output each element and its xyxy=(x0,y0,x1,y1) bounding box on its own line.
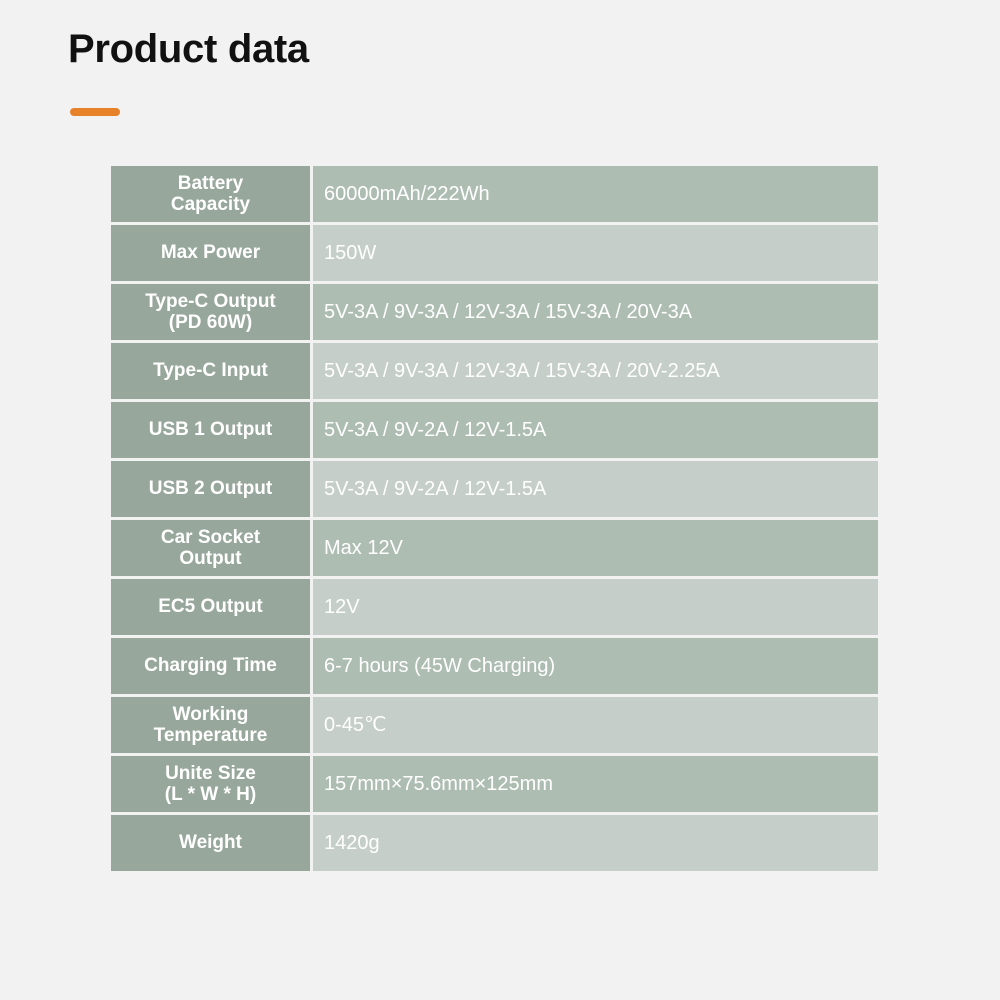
specification-table: Battery Capacity 60000mAh/222Wh Max Powe… xyxy=(111,166,878,871)
table-row: Unite Size (L * W * H) 157mm×75.6mm×125m… xyxy=(111,756,878,812)
spec-value: 5V-3A / 9V-2A / 12V-1.5A xyxy=(313,461,878,517)
spec-label: Car Socket Output xyxy=(111,520,310,576)
spec-label: USB 1 Output xyxy=(111,402,310,458)
spec-value: 1420g xyxy=(313,815,878,871)
spec-label: EC5 Output xyxy=(111,579,310,635)
spec-value: 5V-3A / 9V-3A / 12V-3A / 15V-3A / 20V-2.… xyxy=(313,343,878,399)
spec-label: Charging Time xyxy=(111,638,310,694)
spec-value: 150W xyxy=(313,225,878,281)
spec-label: Unite Size (L * W * H) xyxy=(111,756,310,812)
table-row: Working Temperature 0-45℃ xyxy=(111,697,878,753)
table-row: Battery Capacity 60000mAh/222Wh xyxy=(111,166,878,222)
table-row: EC5 Output 12V xyxy=(111,579,878,635)
product-data-page: Product data Battery Capacity 60000mAh/2… xyxy=(0,0,1000,1000)
spec-value: 5V-3A / 9V-3A / 12V-3A / 15V-3A / 20V-3A xyxy=(313,284,878,340)
table-row: Type-C Output (PD 60W) 5V-3A / 9V-3A / 1… xyxy=(111,284,878,340)
spec-label: Battery Capacity xyxy=(111,166,310,222)
spec-value: 12V xyxy=(313,579,878,635)
spec-label: Type-C Output (PD 60W) xyxy=(111,284,310,340)
spec-label: Working Temperature xyxy=(111,697,310,753)
spec-label: Max Power xyxy=(111,225,310,281)
spec-label: Weight xyxy=(111,815,310,871)
table-row: Charging Time 6-7 hours (45W Charging) xyxy=(111,638,878,694)
table-row: Weight 1420g xyxy=(111,815,878,871)
spec-value: 157mm×75.6mm×125mm xyxy=(313,756,878,812)
table-row: USB 1 Output 5V-3A / 9V-2A / 12V-1.5A xyxy=(111,402,878,458)
spec-value: 6-7 hours (45W Charging) xyxy=(313,638,878,694)
spec-value: 5V-3A / 9V-2A / 12V-1.5A xyxy=(313,402,878,458)
spec-label: USB 2 Output xyxy=(111,461,310,517)
table-row: Type-C Input 5V-3A / 9V-3A / 12V-3A / 15… xyxy=(111,343,878,399)
page-title: Product data xyxy=(68,27,309,71)
spec-value: 60000mAh/222Wh xyxy=(313,166,878,222)
table-row: Max Power 150W xyxy=(111,225,878,281)
spec-value: Max 12V xyxy=(313,520,878,576)
title-accent-bar xyxy=(70,108,120,116)
table-row: Car Socket Output Max 12V xyxy=(111,520,878,576)
spec-label: Type-C Input xyxy=(111,343,310,399)
table-row: USB 2 Output 5V-3A / 9V-2A / 12V-1.5A xyxy=(111,461,878,517)
spec-value: 0-45℃ xyxy=(313,697,878,753)
